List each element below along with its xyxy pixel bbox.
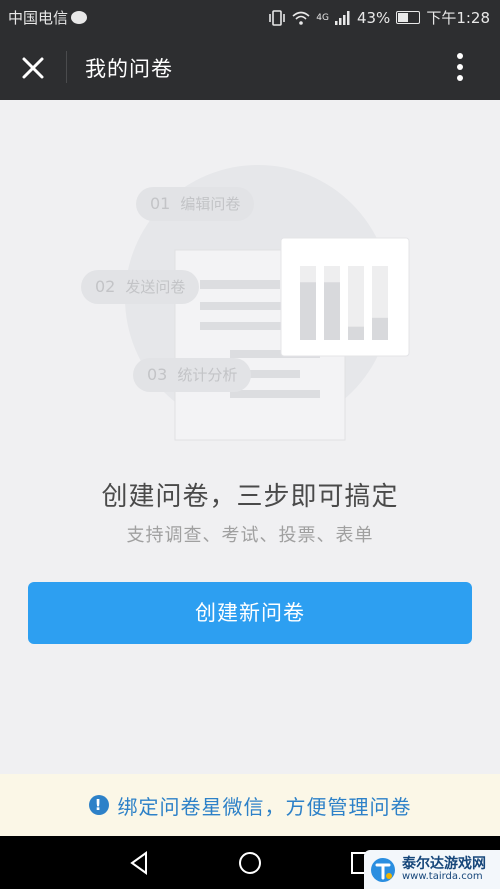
step-analyze: 03 统计分析: [133, 358, 252, 392]
status-icons: 4G 43% 下午1:28: [268, 7, 490, 28]
carrier-name: 中国电信: [8, 9, 69, 27]
watermark-name: 泰尔达游戏网: [402, 856, 486, 872]
title-bar: 我的问卷: [0, 33, 500, 100]
step-number: 03: [147, 365, 168, 384]
clock: 下午1:28: [426, 9, 490, 27]
battery-icon: [396, 11, 421, 24]
illustration-bar: [300, 282, 316, 340]
illustration-bar: [324, 282, 340, 340]
illustration-bar: [372, 317, 388, 340]
status-bar: 中国电信 4G 43% 下午1:28: [0, 0, 500, 33]
step-label: 发送问卷: [125, 278, 186, 296]
info-icon: !: [88, 795, 109, 815]
step-edit: 01 编辑问卷: [136, 187, 255, 221]
more-menu-icon[interactable]: [450, 51, 470, 83]
title-divider: [66, 51, 67, 83]
vibrate-icon: [269, 9, 286, 26]
step-label: 统计分析: [177, 366, 238, 384]
step-number: 01: [150, 194, 171, 213]
bind-wechat-banner[interactable]: ! 绑定问卷星微信，方便管理问卷: [0, 774, 500, 836]
watermark-url: www.tairda.com: [402, 871, 483, 882]
wechat-notification-icon: [71, 11, 88, 24]
home-icon[interactable]: [236, 849, 264, 877]
create-survey-button[interactable]: 创建新问卷: [28, 582, 472, 644]
battery-percent: 43%: [356, 8, 391, 27]
back-icon[interactable]: [126, 849, 154, 877]
watermark-logo-icon: [371, 857, 395, 882]
step-number: 02: [95, 277, 116, 296]
wifi-icon: [292, 11, 310, 25]
step-send: 02 发送问卷: [81, 270, 200, 304]
page-title: 我的问卷: [85, 57, 173, 81]
signal-icon: [334, 10, 350, 25]
empty-state-headline: 创建问卷，三步即可搞定: [101, 482, 399, 512]
close-icon[interactable]: [18, 53, 48, 83]
empty-state-subline: 支持调查、考试、投票、表单: [126, 525, 374, 546]
illustration-bar: [348, 326, 364, 340]
empty-state-illustration: 01 编辑问卷 02 发送问卷 03 统计分析: [0, 150, 500, 450]
carrier: 中国电信: [8, 7, 88, 28]
step-label: 编辑问卷: [180, 195, 241, 213]
bind-wechat-text: 绑定问卷星微信，方便管理问卷: [117, 794, 412, 819]
network-type: 4G: [316, 12, 329, 23]
site-watermark: 泰尔达游戏网 www.tairda.com: [364, 850, 500, 889]
